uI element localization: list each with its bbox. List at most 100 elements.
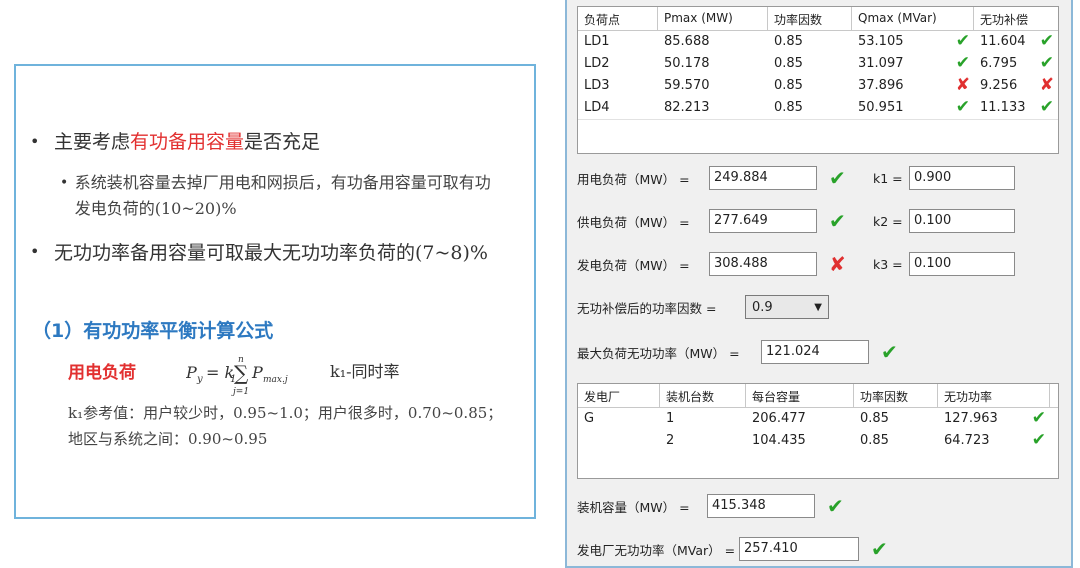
check-icon: ✔ bbox=[881, 340, 898, 364]
max-q-label: 最大负荷无功功率（MW） = bbox=[577, 345, 740, 361]
bullet-reactive-reserve: • 无功功率备用容量可取最大无功功率负荷的(7~8)% bbox=[30, 236, 520, 270]
k1-field[interactable]: 0.900 bbox=[909, 166, 1015, 190]
col-header-plant[interactable]: 发电厂 bbox=[578, 384, 660, 407]
bullet-dot: • bbox=[60, 175, 69, 191]
cell-reactive: 64.723 ✔ bbox=[944, 430, 1046, 450]
use-load-field[interactable]: 249.884 bbox=[709, 166, 817, 190]
plant-table: 发电厂 装机台数 每台容量 功率因数 无功功率 G 1 206.477 0.85… bbox=[577, 383, 1059, 479]
bullet-dot: • bbox=[30, 132, 40, 151]
cell-compensation: 9.256 ✘ bbox=[980, 75, 1054, 95]
use-load-label: 用电负荷（MW） = bbox=[577, 171, 690, 187]
col-header-load-point[interactable]: 负荷点 bbox=[578, 7, 658, 30]
col-header-reactive[interactable]: 无功功率 bbox=[938, 384, 1050, 407]
plant-reactive-field[interactable]: 257.410 bbox=[739, 537, 859, 561]
slide-panel: • 主要考虑有功备用容量是否充足 • 系统装机容量去掉厂用电和网损后，有功备用容… bbox=[14, 64, 536, 519]
cell-compensation: 11.604 ✔ bbox=[980, 31, 1054, 51]
bullet-dot: • bbox=[30, 242, 40, 261]
chevron-down-icon: ▼ bbox=[814, 301, 822, 313]
col-header-units[interactable]: 装机台数 bbox=[660, 384, 746, 407]
cell-pf: 0.85 bbox=[774, 78, 803, 93]
cell-pf: 0.85 bbox=[860, 411, 889, 426]
cell-pmax: 59.570 bbox=[664, 78, 710, 93]
supply-load-row: 供电负荷（MW） = 277.649 ✔ k2 = 0.100 bbox=[577, 209, 1015, 233]
max-q-field[interactable]: 121.024 bbox=[761, 340, 869, 364]
col-header-pmax[interactable]: Pmax (MW) bbox=[658, 7, 768, 30]
cell-qmax: 31.097 ✔ bbox=[858, 53, 970, 73]
formula-label: 用电负荷 bbox=[68, 363, 136, 383]
supply-load-field[interactable]: 277.649 bbox=[709, 209, 817, 233]
k2-label: k2 = bbox=[873, 213, 903, 229]
bullet-reserve-capacity: • 主要考虑有功备用容量是否充足 bbox=[30, 126, 320, 158]
gen-load-label: 发电负荷（MW） = bbox=[577, 257, 690, 273]
k2-field[interactable]: 0.100 bbox=[909, 209, 1015, 233]
plant-reactive-label: 发电厂无功功率（MVar） = bbox=[577, 542, 736, 558]
table-row[interactable]: LD4 82.213 0.85 50.951 ✔ 11.133 ✔ bbox=[578, 97, 1058, 119]
k1-description: k₁-同时率 bbox=[330, 362, 400, 381]
cell-pmax: 50.178 bbox=[664, 56, 710, 71]
cell-compensation: 11.133 ✔ bbox=[980, 97, 1054, 117]
check-icon: ✔ bbox=[1031, 408, 1046, 428]
check-icon: ✔ bbox=[1039, 97, 1054, 117]
table-row[interactable]: LD3 59.570 0.85 37.896 ✘ 9.256 ✘ bbox=[578, 75, 1058, 97]
cell-unit-capacity: 104.435 bbox=[752, 433, 806, 448]
max-q-row: 最大负荷无功功率（MW） = 121.024 ✔ bbox=[577, 340, 911, 364]
section-heading: （1）有功功率平衡计算公式 bbox=[32, 320, 274, 342]
load-table-header: 负荷点 Pmax (MW) 功率因数 Qmax (MVar) 无功补偿 bbox=[578, 7, 1058, 31]
col-header-unit-capacity[interactable]: 每台容量 bbox=[746, 384, 854, 407]
k1-label: k1 = bbox=[873, 170, 903, 186]
use-load-row: 用电负荷（MW） = 249.884 ✔ k1 = 0.900 bbox=[577, 166, 1015, 190]
k1-reference-text: k₁参考值：用户较少时，0.95~1.0；用户很多时，0.70~0.85；地区与… bbox=[68, 404, 503, 448]
cell-plant bbox=[578, 430, 660, 452]
col-header-pf[interactable]: 功率因数 bbox=[768, 7, 852, 30]
cell-load-point: LD1 bbox=[584, 34, 610, 49]
bullet-text: 无功功率备用容量可取最大无功功率负荷的(7~8)% bbox=[54, 242, 488, 264]
cell-qmax: 37.896 ✘ bbox=[858, 75, 970, 95]
cell-reactive: 127.963 ✔ bbox=[944, 408, 1046, 428]
formula-lhs: P bbox=[186, 363, 197, 382]
check-icon: ✔ bbox=[955, 53, 970, 73]
load-table: 负荷点 Pmax (MW) 功率因数 Qmax (MVar) 无功补偿 LD1 … bbox=[577, 6, 1059, 154]
bullet-text: 主要考虑有功备用容量是否充足 bbox=[54, 131, 321, 153]
col-header-pf[interactable]: 功率因数 bbox=[854, 384, 938, 407]
check-icon: ✔ bbox=[955, 97, 970, 117]
cell-pmax: 82.213 bbox=[664, 100, 710, 115]
cell-unit-capacity: 206.477 bbox=[752, 411, 806, 426]
table-row[interactable]: 2 104.435 0.85 64.723 ✔ bbox=[578, 430, 1058, 452]
check-icon: ✔ bbox=[829, 166, 846, 190]
highlight-text: 有功备用容量 bbox=[130, 131, 245, 153]
formula-lhs-sub: y bbox=[196, 374, 203, 385]
cross-icon: ✘ bbox=[829, 252, 846, 276]
table-row[interactable]: LD2 50.178 0.85 31.097 ✔ 6.795 ✔ bbox=[578, 53, 1058, 75]
comp-pf-row: 无功补偿后的功率因数 = 0.9 ▼ bbox=[577, 295, 829, 319]
installed-capacity-field[interactable]: 415.348 bbox=[707, 494, 815, 518]
gen-load-field[interactable]: 308.488 bbox=[709, 252, 817, 276]
sum-bottom: j=1 bbox=[231, 387, 249, 397]
cell-load-point: LD2 bbox=[584, 56, 610, 71]
formula-row: 用电负荷 P y = k 1 n ∑ j=1 P max.j k₁-同时率 bbox=[68, 355, 508, 397]
check-icon: ✔ bbox=[829, 209, 846, 233]
col-header-qmax[interactable]: Qmax (MVar) bbox=[852, 7, 974, 30]
table-row[interactable]: LD1 85.688 0.85 53.105 ✔ 11.604 ✔ bbox=[578, 31, 1058, 53]
cell-pf: 0.85 bbox=[774, 56, 803, 71]
table-row[interactable]: G 1 206.477 0.85 127.963 ✔ bbox=[578, 408, 1058, 430]
cell-units: 1 bbox=[666, 411, 675, 426]
cell-qmax: 53.105 ✔ bbox=[858, 31, 970, 51]
cell-qmax: 50.951 ✔ bbox=[858, 97, 970, 117]
comp-pf-label: 无功补偿后的功率因数 = bbox=[577, 300, 717, 316]
k3-field[interactable]: 0.100 bbox=[909, 252, 1015, 276]
sub-bullet-reserve-ratio: • 系统装机容量去掉厂用电和网损后，有功备用容量可取有功发电负荷的(10~20)… bbox=[60, 170, 500, 222]
check-icon: ✔ bbox=[827, 494, 844, 518]
supply-load-label: 供电负荷（MW） = bbox=[577, 214, 690, 230]
cell-pf: 0.85 bbox=[774, 34, 803, 49]
comp-pf-select[interactable]: 0.9 ▼ bbox=[745, 295, 829, 319]
plant-reactive-row: 发电厂无功功率（MVar） = 257.410 ✔ bbox=[577, 537, 901, 561]
cell-load-point: LD3 bbox=[584, 78, 610, 93]
col-header-compensation[interactable]: 无功补偿 bbox=[974, 7, 1058, 30]
check-icon: ✔ bbox=[1039, 53, 1054, 73]
cell-compensation: 6.795 ✔ bbox=[980, 53, 1054, 73]
comp-pf-value: 0.9 bbox=[752, 299, 773, 315]
formula-term: P bbox=[251, 363, 263, 382]
formula-term-sub: max.j bbox=[263, 375, 288, 385]
load-formula: P y = k 1 n ∑ j=1 P max.j bbox=[186, 355, 288, 397]
k3-label: k3 = bbox=[873, 256, 903, 272]
